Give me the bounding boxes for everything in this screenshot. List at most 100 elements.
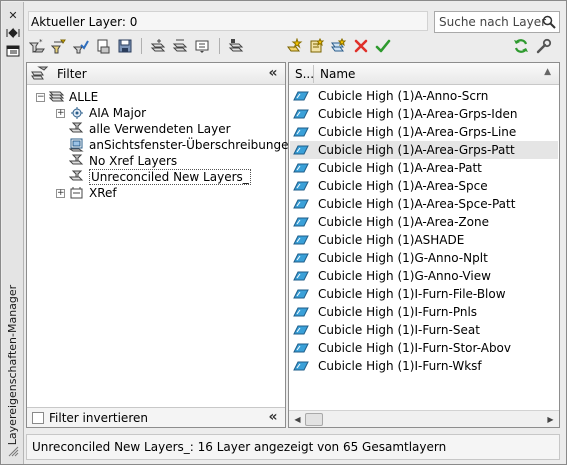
xref-icon <box>69 186 85 200</box>
layer-name: Cubicle High (1)A-Area-Grps-Patt <box>318 143 515 157</box>
layer-row[interactable]: Cubicle High (1)A-Area-Grps-Patt <box>290 141 558 159</box>
layer-name: Cubicle High (1)A-Anno-Scrn <box>318 89 489 103</box>
layer-row[interactable]: Cubicle High (1)A-Area-Zone <box>290 213 558 231</box>
new-layer-state-icon[interactable] <box>149 37 167 55</box>
layer-status-icon <box>293 324 309 336</box>
tree-item-aia-major[interactable]: + AIA Major <box>56 105 146 121</box>
layer-status-icon <box>293 306 309 318</box>
filter-panel-header: Filter « <box>27 63 285 85</box>
layer-status-icon <box>293 126 309 138</box>
invert-filter-checkbox[interactable] <box>32 412 44 424</box>
layer-status-icon <box>293 270 309 282</box>
scroll-right-icon[interactable]: ▶ <box>545 414 556 425</box>
layer-state-rename-icon[interactable] <box>171 37 189 55</box>
tree-label: XRef <box>89 186 117 200</box>
layer-state-icon[interactable] <box>94 37 112 55</box>
search-icon[interactable] <box>542 15 556 29</box>
layer-row[interactable]: Cubicle High (1)G-Anno-View <box>290 267 558 285</box>
layer-status-icon <box>293 252 309 264</box>
layer-name: Cubicle High (1)I-Furn-Pnls <box>318 305 478 319</box>
layer-row[interactable]: Cubicle High (1)ASHADE <box>290 231 558 249</box>
collapse-filter-panel-button[interactable]: « <box>265 65 281 81</box>
tree-item-used-layers[interactable]: alle Verwendeten Layer <box>68 121 231 137</box>
layer-name: Cubicle High (1)I-Furn-Seat <box>318 323 480 337</box>
collapse-icon[interactable]: − <box>36 92 45 102</box>
group-filter-icon <box>69 106 85 120</box>
layer-name: Cubicle High (1)I-Furn-Wksf <box>318 359 482 373</box>
svg-text:*: * <box>39 38 43 46</box>
layer-status-icon <box>293 144 309 156</box>
horizontal-scrollbar[interactable]: ◀ ▶ <box>289 410 559 427</box>
layer-states-manager-icon[interactable] <box>72 37 90 55</box>
tree-label: anSichtsfenster-Überschreibungen <box>89 138 297 152</box>
column-header-status[interactable]: S... <box>295 67 314 81</box>
tree-item-viewport-overrides[interactable]: anSichtsfenster-Überschreibungen <box>68 137 297 153</box>
layer-name: Cubicle High (1)A-Area-Spce <box>318 179 488 193</box>
expand-icon[interactable]: + <box>56 188 65 198</box>
refresh-icon[interactable] <box>512 37 530 55</box>
invert-filter-label: Filter invertieren <box>49 411 148 425</box>
new-group-filter-icon[interactable] <box>50 37 68 55</box>
filter-tree-panel: Filter « − ALLE + AIA Major alle Verwend… <box>26 62 296 428</box>
layer-status-icon <box>293 90 309 102</box>
properties-menu-icon[interactable] <box>6 44 20 58</box>
layer-status-icon <box>293 198 309 210</box>
new-layer-icon[interactable] <box>286 37 304 55</box>
layer-row[interactable]: Cubicle High (1)A-Anno-Scrn <box>290 87 558 105</box>
property-filter-icon <box>68 122 85 136</box>
layer-status-icon <box>293 162 309 174</box>
layer-name: Cubicle High (1)A-Area-Spce-Patt <box>318 197 516 211</box>
expand-icon[interactable]: + <box>56 108 65 118</box>
layer-status-icon <box>293 234 309 246</box>
search-input[interactable]: Suche nach Layer <box>434 11 560 33</box>
layer-row[interactable]: Cubicle High (1)I-Furn-Pnls <box>290 303 558 321</box>
layer-status-icon <box>293 342 309 354</box>
toolbar: * <box>28 35 558 57</box>
layer-row[interactable]: Cubicle High (1)I-Furn-File-Blow <box>290 285 558 303</box>
status-text: Unreconciled New Layers_: 16 Layer angez… <box>32 440 447 454</box>
layer-row[interactable]: Cubicle High (1)A-Area-Spce <box>290 177 558 195</box>
new-property-filter-icon[interactable]: * <box>28 37 46 55</box>
layer-name: Cubicle High (1)I-Furn-File-Blow <box>318 287 506 301</box>
scrollbar-thumb[interactable] <box>305 413 323 426</box>
layer-status-icon <box>293 288 309 300</box>
filter-panel-title: Filter <box>57 67 87 81</box>
save-layer-state-icon[interactable] <box>116 37 134 55</box>
layer-row[interactable]: Cubicle High (1)I-Furn-Seat <box>290 321 558 339</box>
layer-row[interactable]: Cubicle High (1)I-Furn-Wksf <box>290 357 558 375</box>
layer-list-panel: S... Name ▲ Cubicle High (1)A-Anno-Scrn C… <box>288 62 560 428</box>
auto-hide-icon[interactable] <box>6 26 20 40</box>
viewport-overrides-icon <box>68 138 85 152</box>
layer-row[interactable]: Cubicle High (1)A-Area-Patt <box>290 159 558 177</box>
filter-icon <box>31 66 49 80</box>
tree-item-unreconciled[interactable]: Unreconciled New Layers_ <box>68 169 251 185</box>
delete-layer-icon[interactable] <box>352 37 370 55</box>
toolbar-separator <box>219 38 220 54</box>
property-filter-icon <box>68 154 85 168</box>
strip-grip-icon[interactable] <box>6 444 20 458</box>
layer-row[interactable]: Cubicle High (1)I-Furn-Stor-Abov <box>290 339 558 357</box>
layer-row[interactable]: Cubicle High (1)A-Area-Grps-Iden <box>290 105 558 123</box>
column-divider[interactable] <box>313 65 314 83</box>
set-current-icon[interactable] <box>374 37 392 55</box>
tree-item-xref[interactable]: + XRef <box>56 185 117 201</box>
search-placeholder: Suche nach Layer <box>439 15 547 29</box>
new-layer-all-vp-frozen-icon[interactable] <box>330 37 348 55</box>
layer-row[interactable]: Cubicle High (1)A-Area-Spce-Patt <box>290 195 558 213</box>
layer-isolate-icon[interactable] <box>227 37 245 55</box>
column-header-name[interactable]: Name <box>320 67 355 81</box>
property-filter-icon <box>68 170 85 184</box>
scroll-left-icon[interactable]: ◀ <box>292 414 303 425</box>
tree-label-selected: Unreconciled New Layers_ <box>89 169 251 185</box>
collapse-footer-button[interactable]: « <box>265 409 281 425</box>
settings-icon[interactable] <box>535 37 553 55</box>
close-icon[interactable]: ✕ <box>6 8 20 22</box>
layer-row[interactable]: Cubicle High (1)G-Anno-Nplt <box>290 249 558 267</box>
tree-item-alle[interactable]: − ALLE <box>36 89 98 105</box>
layer-row[interactable]: Cubicle High (1)A-Area-Grps-Line <box>290 123 558 141</box>
tree-label: ALLE <box>69 90 99 104</box>
layer-status-icon <box>293 216 309 228</box>
tree-item-no-xref[interactable]: No Xref Layers <box>68 153 177 169</box>
new-layer-vp-frozen-icon[interactable] <box>308 37 326 55</box>
layer-state-merge-icon[interactable] <box>193 37 211 55</box>
